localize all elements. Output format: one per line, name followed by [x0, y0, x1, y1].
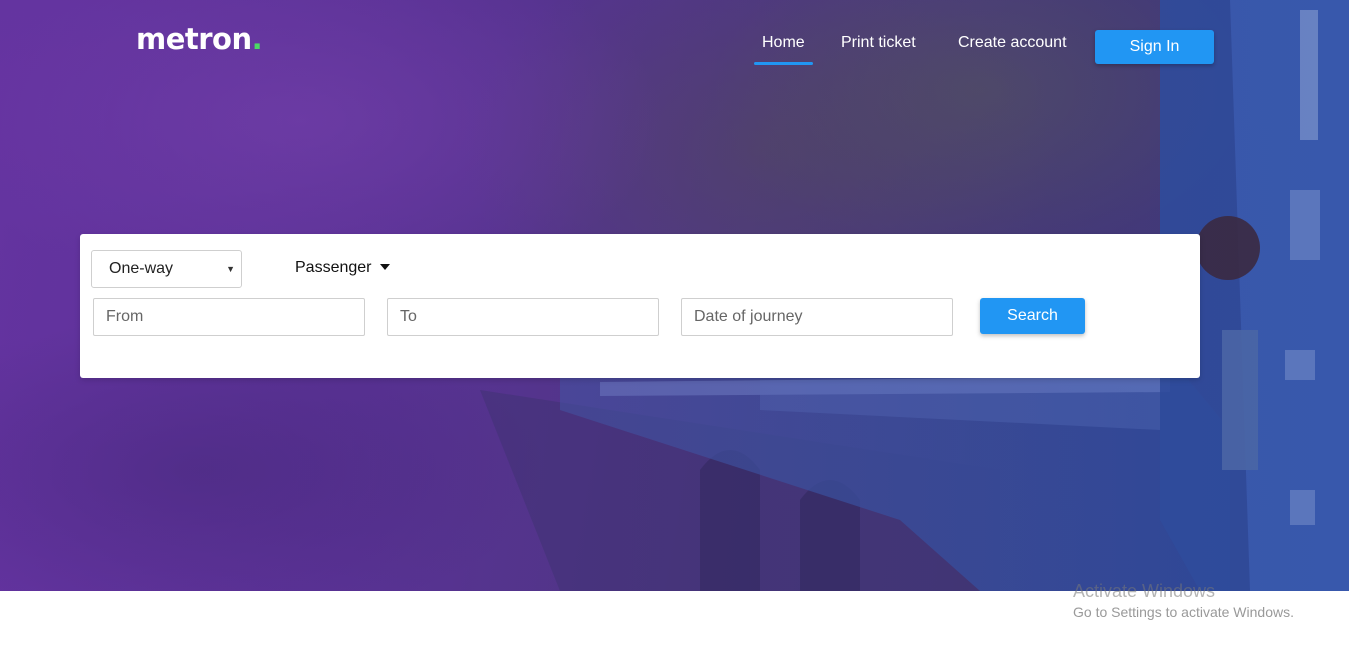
- passenger-label: Passenger: [295, 259, 372, 276]
- windows-activation-watermark: Activate Windows Go to Settings to activ…: [1073, 581, 1294, 620]
- date-of-journey-input[interactable]: [681, 298, 953, 336]
- watermark-subtitle: Go to Settings to activate Windows.: [1073, 604, 1294, 620]
- from-input[interactable]: [93, 298, 365, 336]
- watermark-title: Activate Windows: [1073, 581, 1216, 601]
- passenger-dropdown[interactable]: Passenger: [295, 259, 390, 277]
- dropdown-triangle-icon: [379, 264, 390, 270]
- brand-dot: .: [251, 22, 263, 56]
- nav-print-ticket[interactable]: Print ticket: [841, 34, 916, 52]
- hero-banner: metron. Home Print ticket Create account…: [0, 0, 1349, 591]
- caret-down-icon: ▼: [226, 264, 235, 274]
- sign-in-button[interactable]: Sign In: [1095, 30, 1214, 64]
- nav-create-account-label: Create account: [958, 34, 1067, 51]
- search-panel: One-way ▼ Passenger Search: [80, 234, 1200, 378]
- nav-print-ticket-label: Print ticket: [841, 34, 916, 51]
- nav-create-account[interactable]: Create account: [958, 34, 1067, 52]
- search-button[interactable]: Search: [980, 298, 1085, 334]
- brand-logo[interactable]: metron.: [136, 22, 263, 56]
- nav-home[interactable]: Home: [754, 34, 813, 65]
- nav-home-label: Home: [762, 34, 805, 51]
- trip-type-select[interactable]: One-way ▼: [91, 250, 242, 288]
- trip-type-value: One-way: [109, 260, 174, 277]
- brand-name: metron: [136, 22, 252, 56]
- to-input[interactable]: [387, 298, 659, 336]
- nav-active-indicator: [754, 62, 813, 65]
